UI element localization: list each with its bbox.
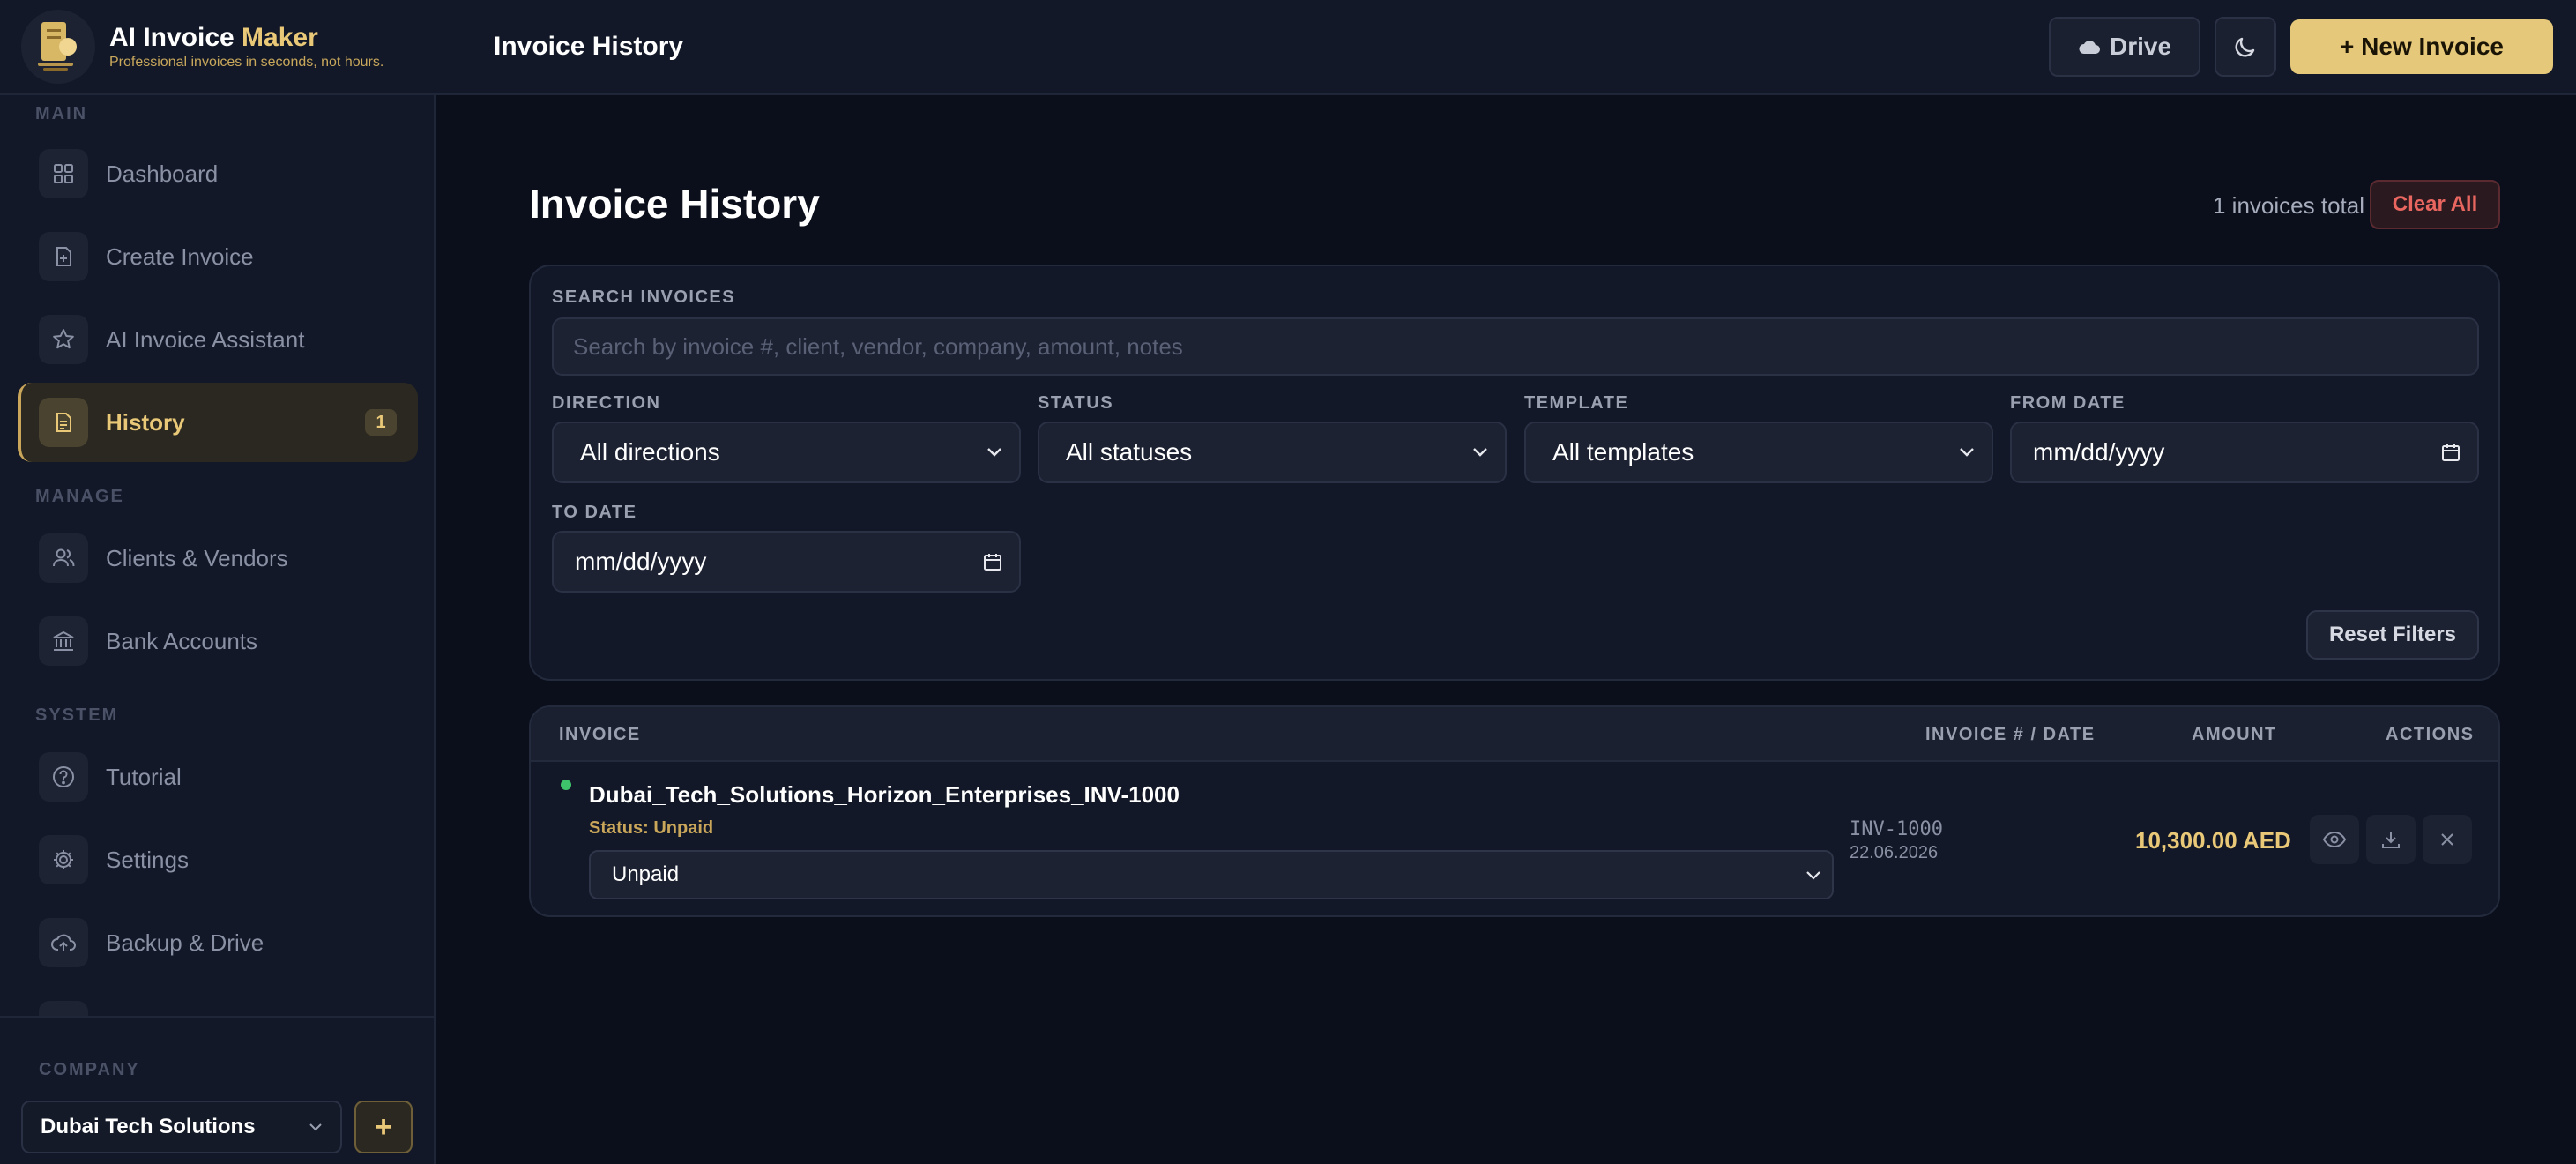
- chevron-down-icon: [1806, 870, 1820, 880]
- star-icon: [39, 315, 88, 364]
- column-header-invoice: INVOICE: [559, 725, 641, 744]
- column-header-number-date: INVOICE # / DATE: [1925, 725, 2096, 744]
- calendar-icon[interactable]: [2440, 442, 2461, 463]
- invoice-amount: 10,300.00 AED: [2135, 827, 2291, 854]
- sidebar-item-label: Settings: [106, 846, 189, 873]
- sidebar-item-clients-vendors[interactable]: Clients & Vendors: [18, 519, 418, 598]
- invoice-table: INVOICE INVOICE # / DATE AMOUNT ACTIONS …: [529, 705, 2500, 917]
- add-company-button[interactable]: +: [354, 1101, 413, 1153]
- cloud-icon: [2079, 41, 2100, 54]
- invoice-total-count: 1 invoices total: [2213, 192, 2364, 219]
- chevron-down-icon: [1960, 448, 1974, 457]
- clear-all-button[interactable]: Clear All: [2370, 180, 2500, 229]
- moon-icon: [2235, 37, 2255, 57]
- invoice-name[interactable]: Dubai_Tech_Solutions_Horizon_Enterprises…: [589, 781, 1180, 809]
- filter-panel: SEARCH INVOICES DIRECTION All directions…: [529, 265, 2500, 681]
- from-date-input[interactable]: mm/dd/yyyy: [2010, 422, 2479, 483]
- sidebar-item-create-invoice[interactable]: Create Invoice: [18, 217, 418, 296]
- chevron-down-icon: [987, 448, 1001, 457]
- column-header-actions: ACTIONS: [2386, 725, 2475, 744]
- invoice-status-text: Status: Unpaid: [589, 818, 714, 838]
- header-page-title: Invoice History: [494, 32, 684, 61]
- search-input[interactable]: [552, 317, 2479, 376]
- history-count-badge: 1: [365, 409, 397, 436]
- gear-icon: [39, 835, 88, 884]
- file-plus-icon: [39, 232, 88, 281]
- calendar-icon[interactable]: [982, 551, 1003, 572]
- sidebar-item-history[interactable]: History 1: [18, 383, 418, 462]
- sidebar-divider: [0, 1016, 434, 1018]
- eye-icon: [2322, 831, 2347, 848]
- theme-toggle-button[interactable]: [2215, 17, 2276, 77]
- direction-select[interactable]: All directions: [552, 422, 1021, 483]
- sidebar-item-label: Tutorial: [106, 763, 182, 790]
- app-logo: [21, 10, 95, 84]
- from-date-label: FROM DATE: [2010, 393, 2126, 413]
- sidebar-item-label: AI Invoice Assistant: [106, 325, 305, 353]
- table-header: INVOICE INVOICE # / DATE AMOUNT ACTIONS: [531, 707, 2498, 762]
- template-label: TEMPLATE: [1524, 393, 1629, 413]
- help-icon: [39, 752, 88, 802]
- company-select-value: Dubai Tech Solutions: [41, 1115, 256, 1138]
- status-select[interactable]: All statuses: [1038, 422, 1507, 483]
- sidebar-item-label: Dashboard: [106, 160, 219, 187]
- section-label-company: COMPANY: [39, 1060, 140, 1079]
- sidebar-item-label: Create Invoice: [106, 242, 254, 270]
- company-select[interactable]: Dubai Tech Solutions: [21, 1101, 342, 1153]
- delete-invoice-button[interactable]: [2423, 815, 2472, 864]
- users-icon: [39, 534, 88, 583]
- section-label-main: MAIN: [35, 104, 88, 123]
- grid-icon: [39, 149, 88, 198]
- search-label: SEARCH INVOICES: [552, 287, 736, 307]
- section-label-system: SYSTEM: [35, 705, 119, 725]
- download-invoice-button[interactable]: [2366, 815, 2416, 864]
- sidebar-item-label: Bank Accounts: [106, 627, 257, 654]
- sidebar-item-label: Clients & Vendors: [106, 544, 288, 571]
- invoice-date: 22.06.2026: [1850, 843, 1939, 862]
- view-invoice-button[interactable]: [2310, 815, 2359, 864]
- drive-button[interactable]: Drive: [2049, 17, 2200, 77]
- page-title: Invoice History: [529, 181, 820, 227]
- download-icon: [2382, 832, 2400, 848]
- sidebar-item-dashboard[interactable]: Dashboard: [18, 134, 418, 213]
- sidebar-item-label: Backup & Drive: [106, 929, 264, 956]
- status-label: STATUS: [1038, 393, 1114, 413]
- brand-subtitle: Professional invoices in seconds, not ho…: [109, 55, 384, 70]
- to-date-label: TO DATE: [552, 503, 637, 522]
- chevron-down-icon: [309, 1123, 322, 1131]
- to-date-input[interactable]: mm/dd/yyyy: [552, 531, 1021, 593]
- document-icon: [39, 398, 88, 447]
- template-select[interactable]: All templates: [1524, 422, 1993, 483]
- brand-title: AI Invoice Maker: [109, 23, 318, 52]
- section-label-manage: MANAGE: [35, 487, 124, 506]
- close-icon: [2441, 833, 2453, 846]
- sidebar-item-tutorial[interactable]: Tutorial: [18, 737, 418, 817]
- status-dot: [561, 780, 571, 790]
- new-invoice-button[interactable]: + New Invoice: [2290, 19, 2553, 74]
- bank-icon: [39, 616, 88, 666]
- top-bar: AI Invoice Maker Professional invoices i…: [0, 0, 2576, 95]
- sidebar-item-ai-assistant[interactable]: AI Invoice Assistant: [18, 300, 418, 379]
- reset-filters-button[interactable]: Reset Filters: [2306, 610, 2479, 660]
- invoice-status-select[interactable]: Unpaid: [589, 850, 1834, 899]
- sidebar-item-label: History: [106, 408, 185, 436]
- sidebar-item-settings[interactable]: Settings: [18, 820, 418, 899]
- column-header-amount: AMOUNT: [2192, 725, 2277, 744]
- cloud-upload-icon: [39, 918, 88, 967]
- chevron-down-icon: [1473, 448, 1487, 457]
- invoice-number: INV-1000: [1850, 818, 1943, 840]
- sidebar: MAIN Dashboard Create Invoice AI Invoice…: [0, 95, 436, 1164]
- brand[interactable]: AI Invoice Maker Professional invoices i…: [0, 10, 436, 84]
- sidebar-item-bank-accounts[interactable]: Bank Accounts: [18, 601, 418, 681]
- direction-label: DIRECTION: [552, 393, 661, 413]
- sidebar-item-backup-drive[interactable]: Backup & Drive: [18, 903, 418, 982]
